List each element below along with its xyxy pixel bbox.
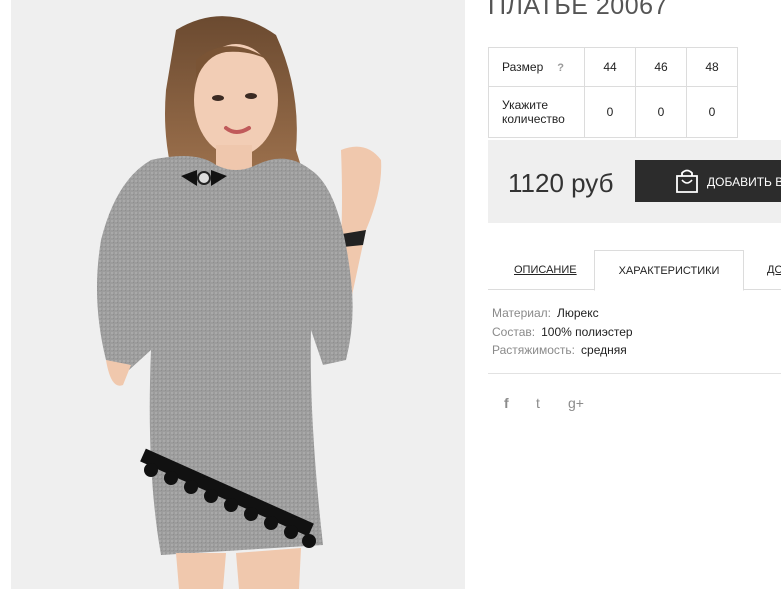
characteristic-row: Растяжимость: средняя — [492, 341, 633, 360]
characteristic-row: Материал: Люрекс — [492, 304, 633, 323]
characteristic-key: Состав: — [492, 324, 536, 339]
characteristic-value: 100% полиэстер — [541, 324, 633, 339]
characteristic-key: Растяжимость: — [492, 343, 576, 357]
size-help-icon[interactable]: ? — [557, 62, 564, 74]
size-label: Размер — [502, 60, 544, 74]
quantity-label-line2: количество — [502, 112, 565, 126]
characteristics-list: Материал: Люрекс Состав: 100% полиэстер Ра… — [492, 304, 633, 360]
divider — [488, 373, 781, 374]
size-quantity-table: Размер? 44 46 48 Укажите количество 0 0 … — [488, 47, 738, 138]
shopping-bag-icon — [676, 169, 698, 193]
quantity-label-line1: Укажите — [502, 98, 549, 112]
characteristic-row: Состав: 100% полиэстер — [492, 323, 633, 342]
add-to-cart-label: ДОБАВИТЬ В — [707, 175, 781, 189]
price-amount: 1120 руб — [508, 168, 614, 198]
size-label-cell: Размер? — [488, 47, 585, 87]
google-plus-icon[interactable]: g+ — [568, 395, 584, 411]
quantity-input[interactable]: 0 — [635, 86, 687, 138]
twitter-icon[interactable]: t — [536, 395, 540, 411]
facebook-icon[interactable]: f — [504, 395, 509, 411]
characteristic-value: Люрекс — [556, 306, 599, 320]
size-option[interactable]: 48 — [686, 47, 738, 87]
characteristic-key: Материал: — [492, 306, 551, 320]
characteristic-value: средняя — [581, 343, 627, 357]
quantity-input[interactable]: 0 — [584, 86, 636, 138]
quantity-input[interactable]: 0 — [686, 86, 738, 138]
size-option[interactable]: 46 — [635, 47, 687, 87]
product-title: ПЛАТЬЕ 20067 — [488, 0, 668, 20]
dress-illustration — [97, 16, 382, 589]
price-box: 1120 руб ДОБАВИТЬ В — [488, 140, 781, 223]
quantity-label-cell: Укажите количество — [488, 86, 585, 138]
product-photo[interactable] — [11, 0, 465, 589]
product-tabs: ОПИСАНИЕ ХАРАКТЕРИСТИКИ ДО — [488, 250, 781, 291]
tab-description[interactable]: ОПИСАНИЕ — [514, 250, 577, 290]
size-option[interactable]: 44 — [584, 47, 636, 87]
tab-delivery[interactable]: ДО — [767, 250, 781, 290]
tab-characteristics[interactable]: ХАРАКТЕРИСТИКИ — [594, 250, 744, 291]
add-to-cart-button[interactable]: ДОБАВИТЬ В — [635, 160, 781, 202]
